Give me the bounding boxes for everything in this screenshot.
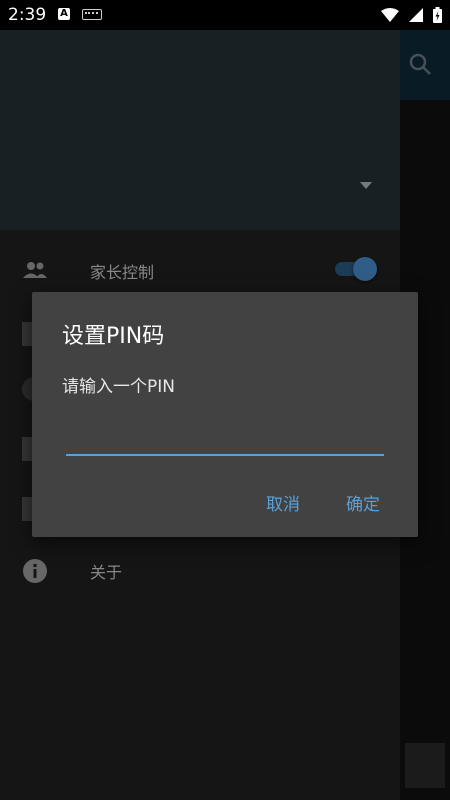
signal-icon bbox=[409, 8, 423, 22]
wifi-icon bbox=[381, 8, 399, 22]
status-bar: 2:39 A bbox=[0, 0, 450, 30]
cancel-button[interactable]: 取消 bbox=[266, 490, 300, 515]
ok-button[interactable]: 确定 bbox=[346, 490, 380, 515]
set-pin-dialog: 设置PIN码 请输入一个PIN 取消 确定 bbox=[32, 292, 418, 537]
keyboard-icon bbox=[82, 9, 102, 20]
a-icon: A bbox=[58, 8, 70, 20]
system-icons bbox=[381, 6, 442, 24]
pin-input[interactable] bbox=[66, 422, 384, 456]
battery-icon bbox=[433, 7, 442, 23]
status-time: 2:39 bbox=[8, 5, 47, 25]
dialog-message: 请输入一个PIN bbox=[62, 377, 175, 397]
dialog-title: 设置PIN码 bbox=[62, 324, 165, 349]
